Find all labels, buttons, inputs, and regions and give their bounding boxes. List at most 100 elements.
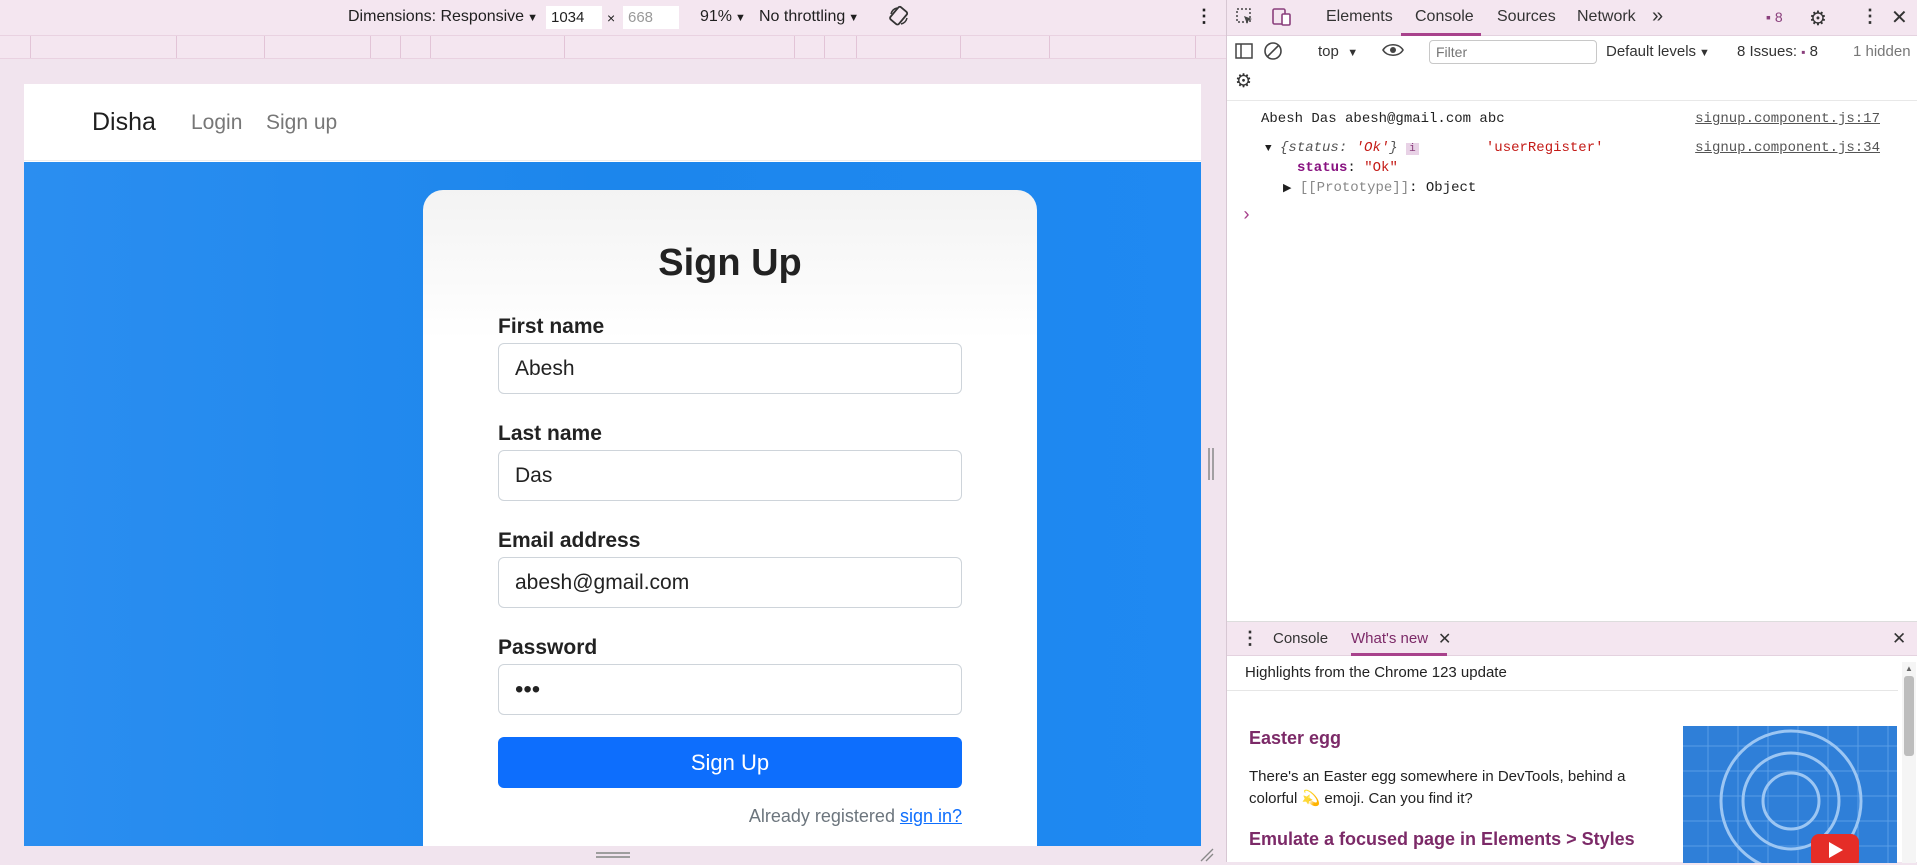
prototype-entry[interactable]: ▶ [[Prototype]]: Object	[1283, 180, 1476, 196]
close-icon[interactable]: ✕	[1891, 5, 1908, 30]
issues-count: 8	[1809, 43, 1818, 60]
last-name-label: Last name	[498, 422, 602, 445]
viewport-resize-handle-bottom[interactable]	[596, 852, 630, 860]
console-object-message[interactable]: ▼ {status: 'Ok'} i 'userRegister'	[1265, 140, 1604, 156]
last-name-input[interactable]: Das	[498, 450, 962, 501]
chrome-update-image[interactable]	[1683, 726, 1897, 863]
issues-badge[interactable]: ▪ 8	[1766, 9, 1783, 25]
property-value: "Ok"	[1364, 160, 1398, 176]
tab-console[interactable]: Console	[1415, 8, 1474, 26]
ruler-tick	[794, 36, 795, 58]
throttling-dropdown[interactable]: No throttling ▼	[759, 8, 859, 26]
chevron-down-icon: ▼	[527, 12, 538, 24]
issues-label: 8 Issues:	[1737, 43, 1798, 60]
first-name-label: First name	[498, 315, 605, 338]
ruler-tick	[30, 36, 31, 58]
drawer-active-tab-indicator	[1351, 653, 1447, 656]
source-link[interactable]: signup.component.js:34	[1695, 140, 1880, 156]
console-settings-gear-icon[interactable]: ⚙	[1235, 70, 1252, 93]
scrollbar-thumb[interactable]	[1904, 676, 1914, 756]
viewport-resize-corner-icon[interactable]	[1198, 846, 1214, 862]
nav-login-link[interactable]: Login	[191, 111, 242, 135]
drawer-scrollbar[interactable]: ▲	[1902, 662, 1916, 863]
ruler-tick	[1049, 36, 1050, 58]
signup-submit-button[interactable]: Sign Up	[498, 737, 962, 788]
console-filter-input[interactable]	[1429, 40, 1597, 64]
email-input[interactable]: abesh@gmail.com	[498, 557, 962, 608]
ruler-tick	[960, 36, 961, 58]
page-viewport: Disha Login Sign up Sign Up First name A…	[24, 84, 1201, 846]
console-log: Abesh Das abesh@gmail.com abc signup.com…	[1227, 102, 1917, 612]
clear-console-icon[interactable]	[1263, 41, 1283, 66]
object-preview-prefix: {status:	[1280, 140, 1356, 156]
more-tabs-icon[interactable]: »	[1652, 5, 1663, 28]
whats-new-item-title[interactable]: Emulate a focused page in Elements > Sty…	[1249, 829, 1635, 850]
dimensions-label: Dimensions: Responsive	[348, 8, 525, 25]
prototype-value: : Object	[1409, 180, 1477, 196]
console-message: Abesh Das abesh@gmail.com abc	[1261, 111, 1505, 127]
drawer-tabbar: ⋮ Console What's new ✕ ✕	[1227, 622, 1917, 656]
whats-new-item-body: There's an Easter egg somewhere in DevTo…	[1249, 768, 1626, 807]
source-link[interactable]: signup.component.js:17	[1695, 111, 1880, 127]
issues-badge-count: 8	[1774, 9, 1783, 25]
eye-icon[interactable]	[1381, 41, 1405, 64]
drawer-tab-console[interactable]: Console	[1273, 630, 1328, 647]
throttling-label: No throttling	[759, 8, 846, 25]
object-property: status: "Ok"	[1297, 160, 1398, 176]
zoom-label: 91%	[700, 8, 733, 25]
prototype-label: [[Prototype]]	[1299, 180, 1410, 196]
more-vertical-icon[interactable]: ⋮	[1241, 628, 1259, 649]
more-vertical-icon[interactable]: ⋮	[1195, 6, 1213, 27]
log-levels-dropdown[interactable]: Default levels ▼	[1606, 43, 1710, 60]
media-query-ruler	[0, 35, 1226, 59]
context-dropdown[interactable]: top ▼	[1318, 43, 1358, 60]
tab-sources[interactable]: Sources	[1497, 8, 1556, 26]
info-icon[interactable]: i	[1406, 143, 1419, 155]
close-tab-icon[interactable]: ✕	[1438, 629, 1451, 649]
zoom-dropdown[interactable]: 91% ▼	[700, 8, 746, 26]
active-tab-indicator	[1401, 33, 1481, 36]
console-toolbar: top ▼ Default levels▼ 8 Issues: ▪ 8 1 hi…	[1227, 37, 1917, 101]
more-vertical-icon[interactable]: ⋮	[1861, 6, 1879, 27]
devtools-panel: Elements Console Sources Network » ▪ 8 ⚙…	[1226, 0, 1917, 863]
object-preview-value: 'Ok'	[1355, 140, 1390, 156]
tab-elements[interactable]: Elements	[1326, 8, 1393, 26]
brand-link[interactable]: Disha	[92, 108, 156, 137]
signup-card: Sign Up First name Abesh Last name Das E…	[423, 190, 1037, 846]
password-input[interactable]: •••	[498, 664, 962, 715]
whats-new-item-title[interactable]: Easter egg	[1249, 728, 1341, 749]
ruler-tick	[564, 36, 565, 58]
inspect-element-icon[interactable]	[1235, 7, 1255, 32]
ruler-tick	[176, 36, 177, 58]
signin-link[interactable]: sign in?	[900, 806, 962, 826]
ruler-tick	[370, 36, 371, 58]
ruler-tick	[1195, 36, 1196, 58]
object-preview-suffix: }	[1389, 140, 1398, 156]
drawer-tab-whats-new[interactable]: What's new	[1351, 630, 1428, 647]
first-name-input[interactable]: Abesh	[498, 343, 962, 394]
chevron-down-icon: ▼	[735, 12, 746, 24]
times-sign: ×	[607, 10, 616, 26]
expand-triangle-icon[interactable]: ▶	[1283, 183, 1291, 195]
sidebar-toggle-icon[interactable]	[1235, 42, 1253, 65]
chevron-down-icon: ▼	[848, 12, 860, 24]
ruler-tick	[430, 36, 431, 58]
width-input[interactable]: 1034	[546, 6, 602, 29]
settings-gear-icon[interactable]: ⚙	[1809, 6, 1827, 31]
console-prompt[interactable]: ›	[1241, 206, 1252, 226]
height-input[interactable]: 668	[623, 6, 679, 29]
device-toolbar: Dimensions: Responsive ▼ 1034 × 668 91% ▼ …	[0, 0, 1226, 35]
viewport-resize-handle-side[interactable]	[1207, 448, 1215, 480]
close-drawer-icon[interactable]: ✕	[1892, 629, 1906, 649]
dimensions-dropdown[interactable]: Dimensions: Responsive ▼	[348, 8, 538, 26]
already-registered-text: Already registered sign in?	[749, 806, 962, 827]
rotate-icon[interactable]	[888, 5, 910, 32]
issues-counter[interactable]: 8 Issues: ▪ 8	[1737, 43, 1818, 60]
tab-network[interactable]: Network	[1577, 8, 1636, 26]
divider	[1227, 690, 1898, 691]
nav-signup-link[interactable]: Sign up	[266, 111, 337, 135]
scroll-up-icon[interactable]: ▲	[1905, 664, 1913, 673]
device-toggle-icon[interactable]	[1271, 7, 1293, 32]
ruler-tick	[400, 36, 401, 58]
expand-triangle-icon[interactable]: ▼	[1265, 143, 1272, 155]
